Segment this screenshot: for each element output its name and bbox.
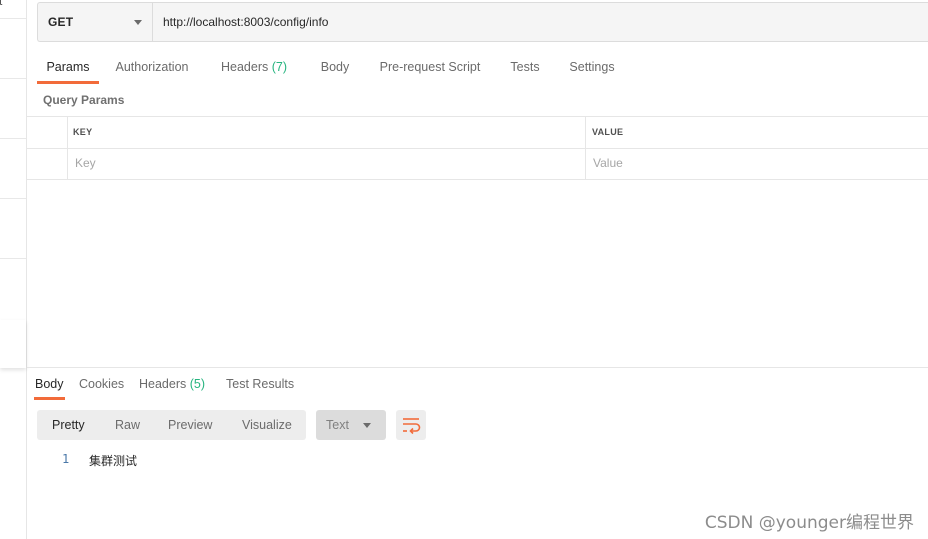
active-tab-indicator xyxy=(34,397,65,400)
tab-label: Authorization xyxy=(115,60,189,74)
tab-headers[interactable]: Headers (7) xyxy=(219,52,289,84)
chevron-down-icon xyxy=(363,423,371,428)
response-tabs: Body Cookies Headers (5) Test Results xyxy=(27,372,928,400)
headers-count: (7) xyxy=(271,60,287,74)
wrap-lines-button[interactable] xyxy=(396,410,426,440)
response-body-line: 1 集群测试 xyxy=(27,450,928,470)
sidebar-divider xyxy=(0,138,26,139)
response-tab-test-results[interactable]: Test Results xyxy=(226,372,294,400)
wrap-lines-icon xyxy=(403,418,421,435)
response-text: 集群测试 xyxy=(89,454,138,468)
format-label: Text xyxy=(326,418,349,432)
key-column-header: KEY xyxy=(73,127,93,137)
method-label: GET xyxy=(48,15,74,29)
tab-label: Body xyxy=(320,60,350,74)
url-input[interactable]: http://localhost:8003/config/info xyxy=(153,3,928,41)
request-pane: GET http://localhost:8003/config/info Pa… xyxy=(27,0,928,539)
sidebar-divider xyxy=(0,78,26,79)
tab-label: Headers xyxy=(220,60,269,74)
column-divider xyxy=(585,117,586,179)
tab-label: Pre-request Script xyxy=(379,60,481,74)
url-bar: GET http://localhost:8003/config/info xyxy=(37,2,928,42)
response-tab-headers[interactable]: Headers (5) xyxy=(139,372,205,400)
tab-authorization[interactable]: Authorization xyxy=(113,52,191,84)
response-tab-cookies[interactable]: Cookies xyxy=(79,372,124,400)
tab-label: Cookies xyxy=(79,377,125,391)
collections-sidebar: t xyxy=(0,0,27,539)
view-visualize-button[interactable]: Visualize xyxy=(242,410,292,440)
method-select[interactable]: GET xyxy=(38,3,153,41)
view-preview-button[interactable]: Preview xyxy=(168,410,212,440)
sidebar-divider xyxy=(0,18,26,19)
tab-label: Settings xyxy=(569,60,615,74)
tab-label: Tests xyxy=(510,60,540,74)
format-select[interactable]: Text xyxy=(316,410,386,440)
query-params-table: KEY VALUE Key Value xyxy=(27,116,928,180)
table-header-row: KEY VALUE xyxy=(27,117,928,149)
tab-pre-request-script[interactable]: Pre-request Script xyxy=(377,52,483,84)
tab-body[interactable]: Body xyxy=(317,52,353,84)
request-tabs: Params Authorization Headers (7) Body Pr… xyxy=(27,52,928,84)
sidebar-divider xyxy=(0,258,26,259)
watermark: CSDN @younger编程世界 xyxy=(704,513,914,533)
value-column-header: VALUE xyxy=(592,127,624,137)
value-input[interactable]: Value xyxy=(593,156,623,170)
sidebar-divider xyxy=(0,198,26,199)
tab-label: Params xyxy=(46,60,90,74)
tab-label: Test Results xyxy=(226,377,295,391)
column-divider xyxy=(67,117,68,179)
tab-label: Headers xyxy=(139,377,187,391)
sidebar-item[interactable] xyxy=(0,320,26,368)
query-params-title: Query Params xyxy=(43,93,125,107)
response-tab-body[interactable]: Body xyxy=(34,372,65,400)
tab-settings[interactable]: Settings xyxy=(567,52,617,84)
tab-tests[interactable]: Tests xyxy=(507,52,543,84)
response-divider[interactable] xyxy=(27,367,928,368)
tab-params[interactable]: Params xyxy=(37,52,99,84)
active-tab-indicator xyxy=(37,81,99,84)
view-raw-button[interactable]: Raw xyxy=(115,410,140,440)
key-input[interactable]: Key xyxy=(75,156,96,170)
sidebar-text-fragment: t xyxy=(0,0,3,8)
headers-count: (5) xyxy=(189,377,206,391)
line-number: 1 xyxy=(62,452,70,466)
view-pretty-button[interactable]: Pretty xyxy=(52,410,85,440)
table-row: Key Value xyxy=(27,148,928,179)
view-mode-bar: Pretty Raw Preview Visualize xyxy=(37,410,306,440)
tab-label: Body xyxy=(35,377,64,391)
chevron-down-icon xyxy=(134,19,142,25)
